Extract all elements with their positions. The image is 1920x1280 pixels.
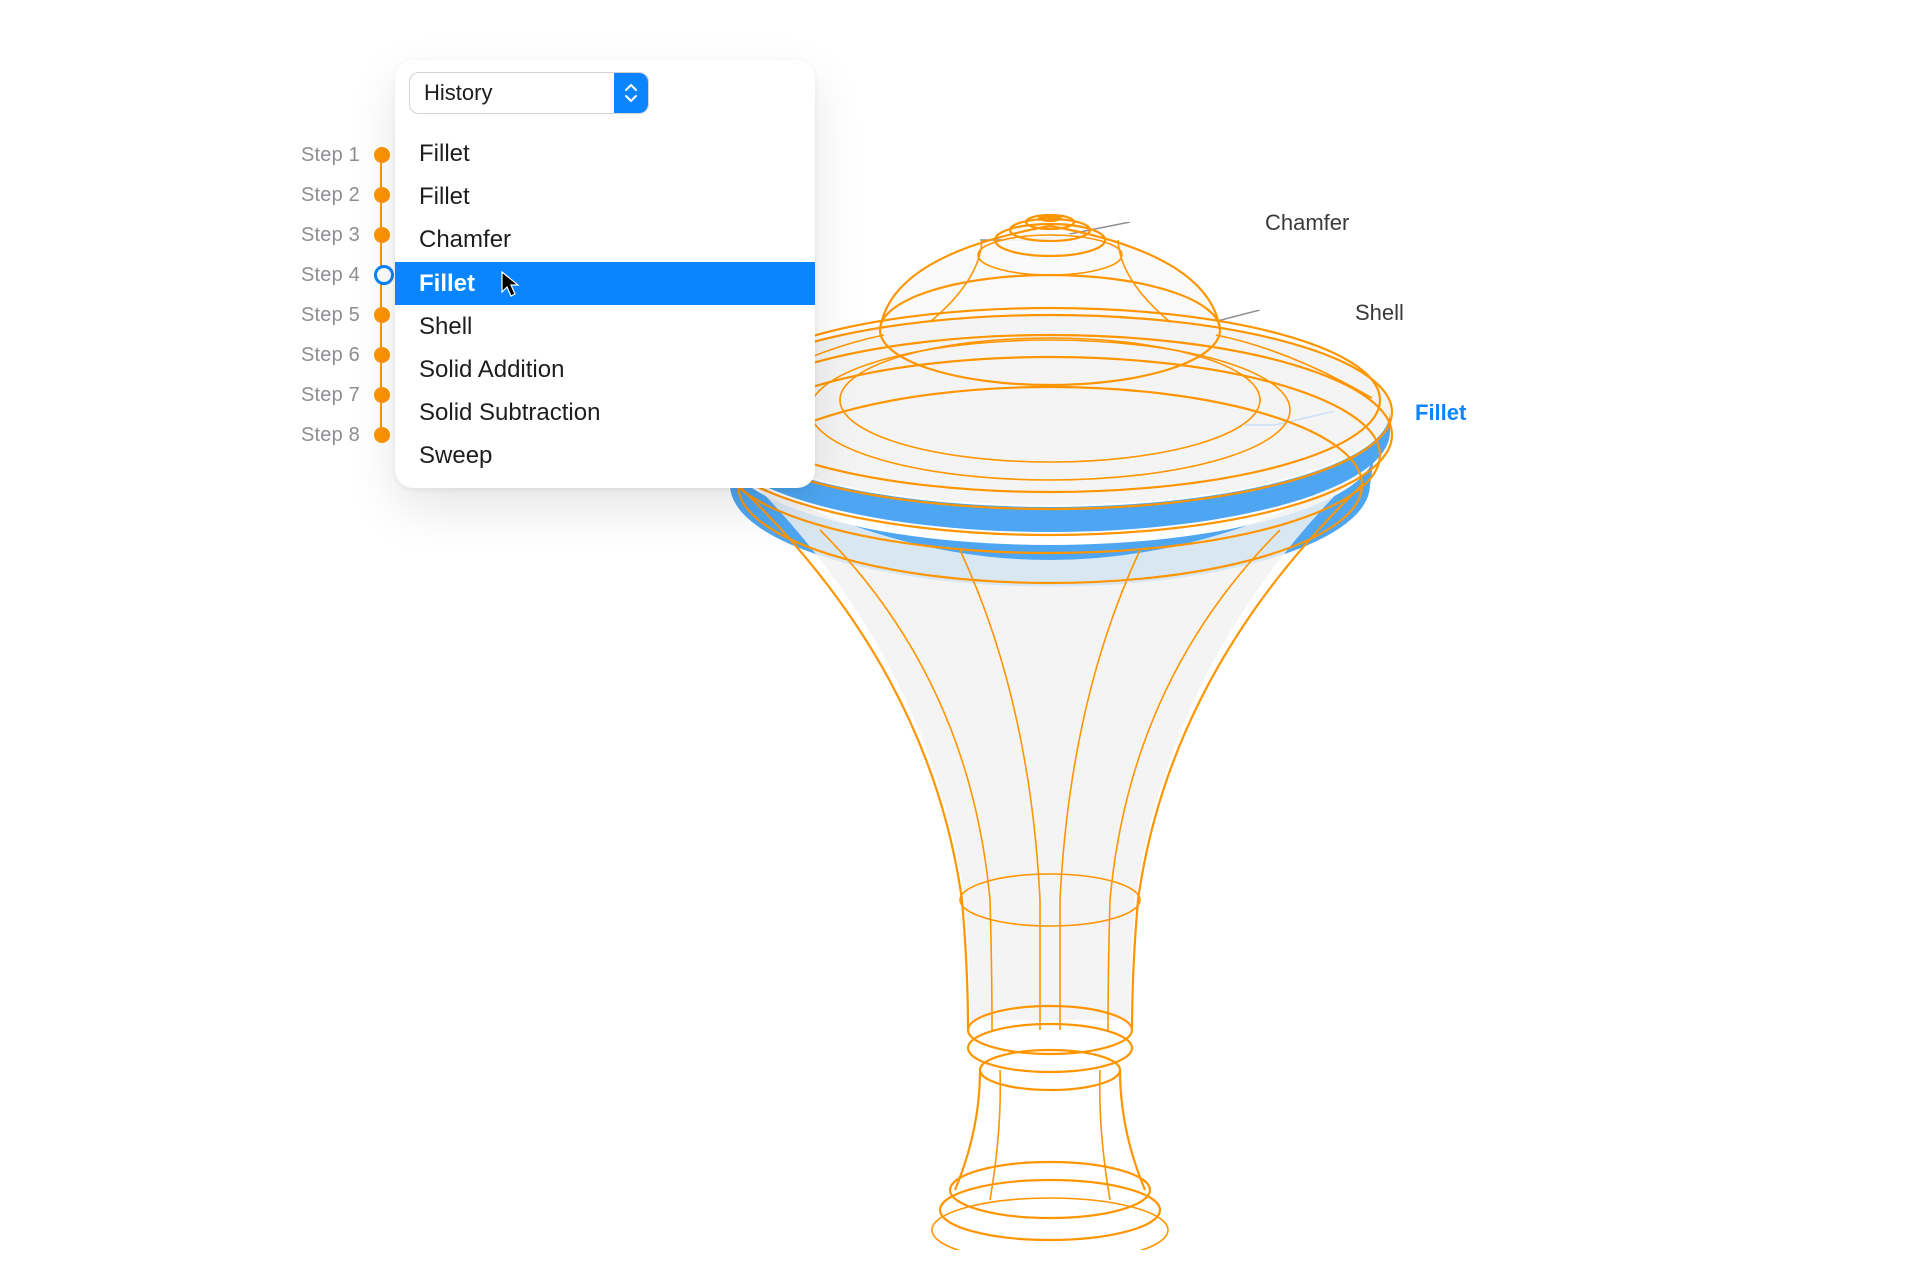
timeline-step-label: Step 8 [290,424,360,447]
popover-header: History [395,60,815,132]
timeline-dot-icon [374,147,390,163]
timeline-dot-icon [374,187,390,203]
timeline-dot-icon [374,427,390,443]
timeline-step-label: Step 1 [290,144,360,167]
timeline-step[interactable]: Step 3 [290,215,394,255]
timeline-step[interactable]: Step 8 [290,415,394,455]
history-item-selected[interactable]: Fillet [395,262,815,305]
timeline-step[interactable]: Step 7 [290,375,394,415]
timeline-step-label: Step 7 [290,384,360,407]
history-popover: History Fillet Fillet Chamfer Fillet She… [395,60,815,488]
step-timeline: Step 1 Step 2 Step 3 Step 4 Step 5 Step … [290,135,394,455]
timeline-step[interactable]: Step 5 [290,295,394,335]
history-list: Fillet Fillet Chamfer Fillet Shell Solid… [395,132,815,478]
timeline-step-label: Step 4 [290,264,360,287]
timeline-step[interactable]: Step 4 [290,255,394,295]
timeline-dot-icon [374,307,390,323]
history-item[interactable]: Chamfer [395,218,815,261]
timeline-dot-current-icon [374,265,394,285]
timeline-step-label: Step 2 [290,184,360,207]
timeline-step-label: Step 5 [290,304,360,327]
stepper-icon[interactable] [614,73,648,113]
timeline-dot-icon [374,387,390,403]
timeline-step[interactable]: Step 2 [290,175,394,215]
history-item[interactable]: Fillet [395,175,815,218]
history-item[interactable]: Sweep [395,434,815,477]
timeline-step-label: Step 6 [290,344,360,367]
timeline-step[interactable]: Step 6 [290,335,394,375]
history-item[interactable]: Shell [395,305,815,348]
timeline-dot-icon [374,227,390,243]
history-select-label: History [410,80,492,106]
history-select[interactable]: History [409,72,649,114]
timeline-step-label: Step 3 [290,224,360,247]
timeline-step[interactable]: Step 1 [290,135,394,175]
history-item[interactable]: Solid Subtraction [395,391,815,434]
history-item[interactable]: Solid Addition [395,348,815,391]
history-item[interactable]: Fillet [395,132,815,175]
timeline-dot-icon [374,347,390,363]
